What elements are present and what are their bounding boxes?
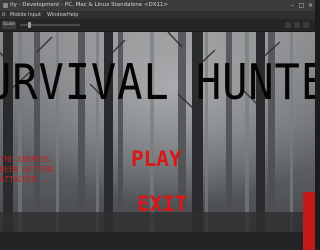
play-button[interactable]: PLAY — [131, 147, 182, 171]
right-red-panel — [303, 192, 315, 250]
scale-slider-handle[interactable] — [28, 22, 31, 28]
editor-window: ity - Development - PC, Mac & Linux Stan… — [0, 0, 315, 250]
menu-item-help[interactable]: Help — [66, 11, 79, 19]
stats-toggle[interactable] — [294, 22, 300, 28]
story-text: THE ENEMIES BEEN GETTING ATTACKED... — [0, 155, 55, 184]
exit-button[interactable]: EXIT — [137, 192, 188, 216]
minimize-icon[interactable]: – — [289, 2, 296, 9]
game-title: URVIVAL HUNTE — [0, 54, 315, 111]
game-viewport[interactable]: URVIVAL HUNTE THE ENEMIES BEEN GETTING A… — [0, 32, 315, 250]
window-title: ity - Development - PC, Mac & Linux Stan… — [10, 2, 169, 8]
gizmos-toggle[interactable] — [303, 22, 309, 28]
close-icon[interactable]: × — [307, 2, 314, 9]
maximize-on-play-toggle[interactable] — [285, 22, 291, 28]
game-view-toolbar: Scale — [0, 19, 315, 32]
menu-item-edit[interactable]: it — [1, 11, 6, 19]
menu-bar: it Mobile Input Window Help — [0, 11, 315, 19]
menu-item-window[interactable]: Window — [46, 11, 68, 19]
maximize-icon[interactable]: □ — [298, 2, 305, 9]
scale-label: Scale — [2, 21, 16, 29]
title-bar: ity - Development - PC, Mac & Linux Stan… — [0, 0, 315, 11]
app-icon — [3, 3, 8, 8]
menu-item-mobile-input[interactable]: Mobile Input — [9, 11, 42, 19]
